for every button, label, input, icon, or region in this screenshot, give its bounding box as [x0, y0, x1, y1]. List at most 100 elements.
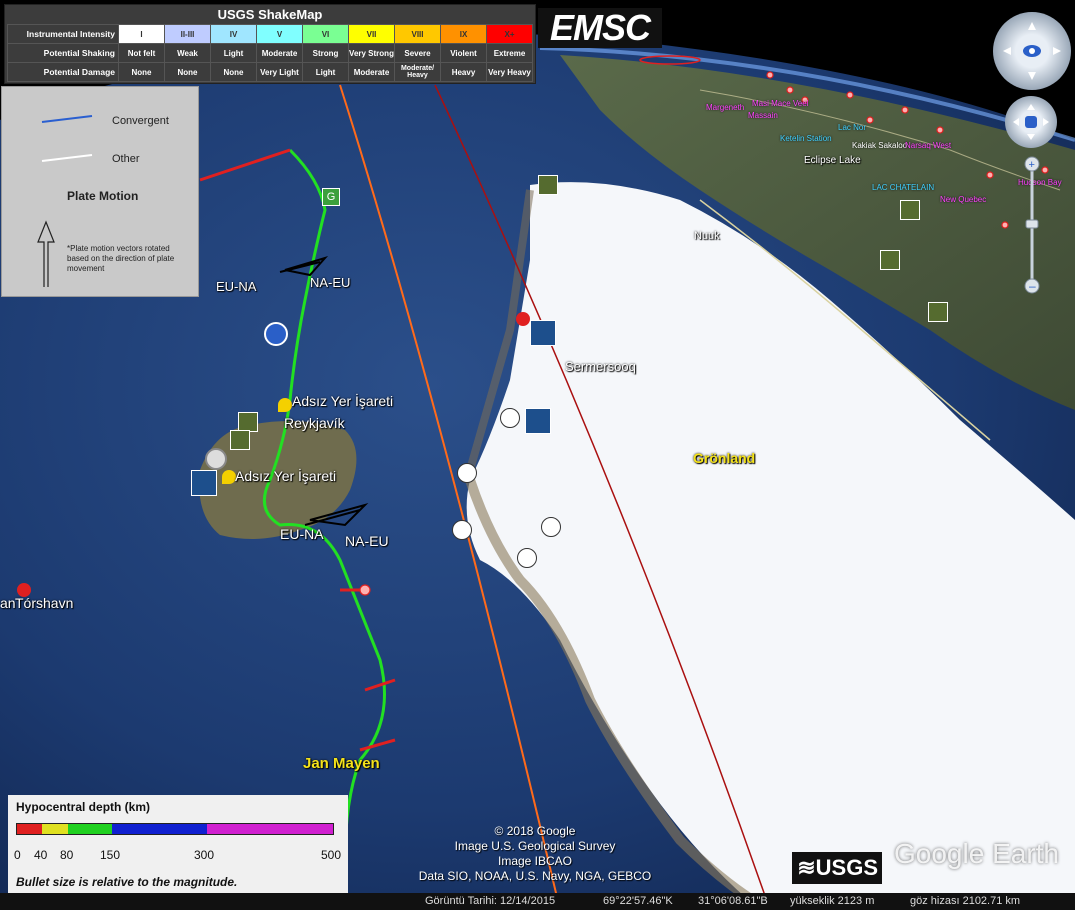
photo-icon[interactable] — [928, 302, 948, 322]
shaking-cell: Light — [210, 43, 257, 63]
credit-line: Data SIO, NOAA, U.S. Navy, NGA, GEBCO — [418, 869, 652, 883]
eye-altitude: göz hizası 2102.71 km — [910, 895, 1021, 907]
unep-icon[interactable] — [530, 320, 556, 346]
plate-motion-note: *Plate motion vectors rotated based on t… — [67, 244, 175, 273]
label-massain: Massain — [748, 111, 778, 120]
intensity-cell: VII — [348, 24, 395, 44]
depth-legend-note: Bullet size is relative to the magnitude… — [16, 875, 238, 889]
plate-motion-title: Plate Motion — [67, 189, 139, 203]
latitude: 69°22'57.46"K — [603, 895, 673, 907]
label-lac-nor: Lac Nor — [838, 123, 867, 132]
damage-cell: Heavy — [440, 62, 487, 82]
label-lac-chatelain: LAC CHATELAIN — [872, 183, 935, 192]
imagery-credits: © 2018 Google Image U.S. Geological Surv… — [400, 824, 670, 884]
damage-cell: Moderate/ Heavy — [394, 62, 441, 82]
intensity-cell: IV — [210, 24, 257, 44]
g-marker-icon[interactable]: G — [322, 188, 340, 206]
damage-cell: None — [164, 62, 211, 82]
elevation: yükseklik 2123 m — [790, 895, 875, 907]
intensity-cell: V — [256, 24, 303, 44]
photo-icon[interactable] — [238, 412, 258, 432]
other-label: Other — [112, 153, 140, 165]
depth-tick: 80 — [60, 848, 74, 862]
shaking-cell: Severe — [394, 43, 441, 63]
damage-cell: Very Light — [256, 62, 303, 82]
360-photo-icon[interactable] — [516, 312, 530, 326]
placemark-label[interactable]: Adsız Yer İşareti — [235, 468, 336, 484]
intensity-cell: IX — [440, 24, 487, 44]
shaking-cell: Strong — [302, 43, 349, 63]
hiker-icon[interactable] — [457, 463, 477, 483]
photo-icon[interactable] — [880, 250, 900, 270]
row-header: Instrumental Intensity — [7, 24, 119, 44]
intensity-cell: VIII — [394, 24, 441, 44]
label-margeneth: Margeneth — [706, 103, 745, 112]
intensity-cell: II-III — [164, 24, 211, 44]
label-eu-na: EU-NA — [280, 526, 324, 542]
intensity-cell: X+ — [486, 24, 533, 44]
label-na-eu: NA-EU — [310, 275, 351, 290]
zoom-slider[interactable]: + – — [1024, 156, 1040, 296]
damage-cell: Very Heavy — [486, 62, 533, 82]
hiker-icon[interactable] — [517, 548, 537, 568]
shaking-cell: Very Strong — [348, 43, 395, 63]
photo-icon[interactable] — [230, 430, 250, 450]
label-narsaq-west: Narsaq West — [905, 141, 952, 150]
depth-tick: 40 — [34, 848, 48, 862]
shaking-cell: Not felt — [118, 43, 165, 63]
compass-ring-icon[interactable] — [993, 12, 1071, 90]
depth-legend: Hypocentral depth (km) 0 40 80 150 300 5… — [8, 795, 348, 895]
row-header: Potential Shaking — [7, 43, 119, 63]
placemark-label[interactable]: Adsız Yer İşareti — [292, 393, 393, 409]
hiker-icon[interactable] — [500, 408, 520, 428]
shaking-cell: Extreme — [486, 43, 533, 63]
label-jan-mayen: Jan Mayen — [303, 755, 380, 772]
depth-colorbar — [16, 823, 334, 835]
depth-legend-title: Hypocentral depth (km) — [16, 800, 151, 814]
emsc-logo: EMSC — [538, 8, 662, 48]
label-torshavn-prefix: an — [0, 595, 16, 611]
e-marker-icon[interactable] — [264, 322, 288, 346]
damage-cell: None — [118, 62, 165, 82]
damage-cell: Moderate — [348, 62, 395, 82]
shaking-cell: Moderate — [256, 43, 303, 63]
svg-text:+: + — [1029, 159, 1035, 171]
label-reykjavik: Reykjavík — [284, 415, 345, 431]
pushpin-icon[interactable] — [222, 470, 236, 484]
hiker-icon[interactable] — [452, 520, 472, 540]
label-nuuk: Nuuk — [694, 230, 720, 242]
svg-text:–: – — [1029, 279, 1036, 293]
unep-icon[interactable] — [525, 408, 551, 434]
intensity-cell: I — [118, 24, 165, 44]
photo-icon[interactable] — [538, 175, 558, 195]
label-eclipse-lake: Eclipse Lake — [804, 155, 861, 166]
photo-icon[interactable] — [900, 200, 920, 220]
credit-line: Image U.S. Geological Survey — [454, 839, 616, 853]
shakemap-legend: USGS ShakeMap Instrumental Intensity I I… — [4, 4, 536, 84]
hiker-icon[interactable] — [541, 517, 561, 537]
google-earth-logo: Google Earth — [894, 838, 1059, 869]
pushpin-icon[interactable] — [278, 398, 292, 412]
depth-tick: 300 — [194, 848, 215, 862]
intensity-cell: VI — [302, 24, 349, 44]
row-header: Potential Damage — [7, 62, 119, 82]
convergent-label: Convergent — [112, 115, 169, 127]
credit-line: Image IBCAO — [497, 854, 573, 868]
label-station: Ketelin Station — [780, 134, 832, 143]
label-eu-na: EU-NA — [216, 279, 257, 294]
longitude: 31°06'08.61"B — [698, 895, 768, 907]
status-bar: Görüntü Tarihi: 12/14/2015 69°22'57.46"K… — [0, 893, 1075, 910]
depth-tick: 0 — [14, 848, 21, 862]
label-na-eu: NA-EU — [345, 533, 389, 549]
shaking-cell: Weak — [164, 43, 211, 63]
depth-tick: 150 — [100, 848, 121, 862]
label-sermersooq: Sermersooq — [565, 359, 636, 374]
label-kakiak: Kakiak Sakaloo — [852, 141, 908, 150]
target-icon[interactable] — [205, 448, 227, 470]
damage-cell: Light — [302, 62, 349, 82]
unep-icon[interactable] — [191, 470, 217, 496]
label-gronland: Grönland — [693, 450, 756, 466]
usgs-logo: ≋USGS — [792, 852, 882, 884]
pan-hand-icon[interactable] — [1005, 96, 1057, 148]
shakemap-title: USGS ShakeMap — [217, 7, 323, 22]
